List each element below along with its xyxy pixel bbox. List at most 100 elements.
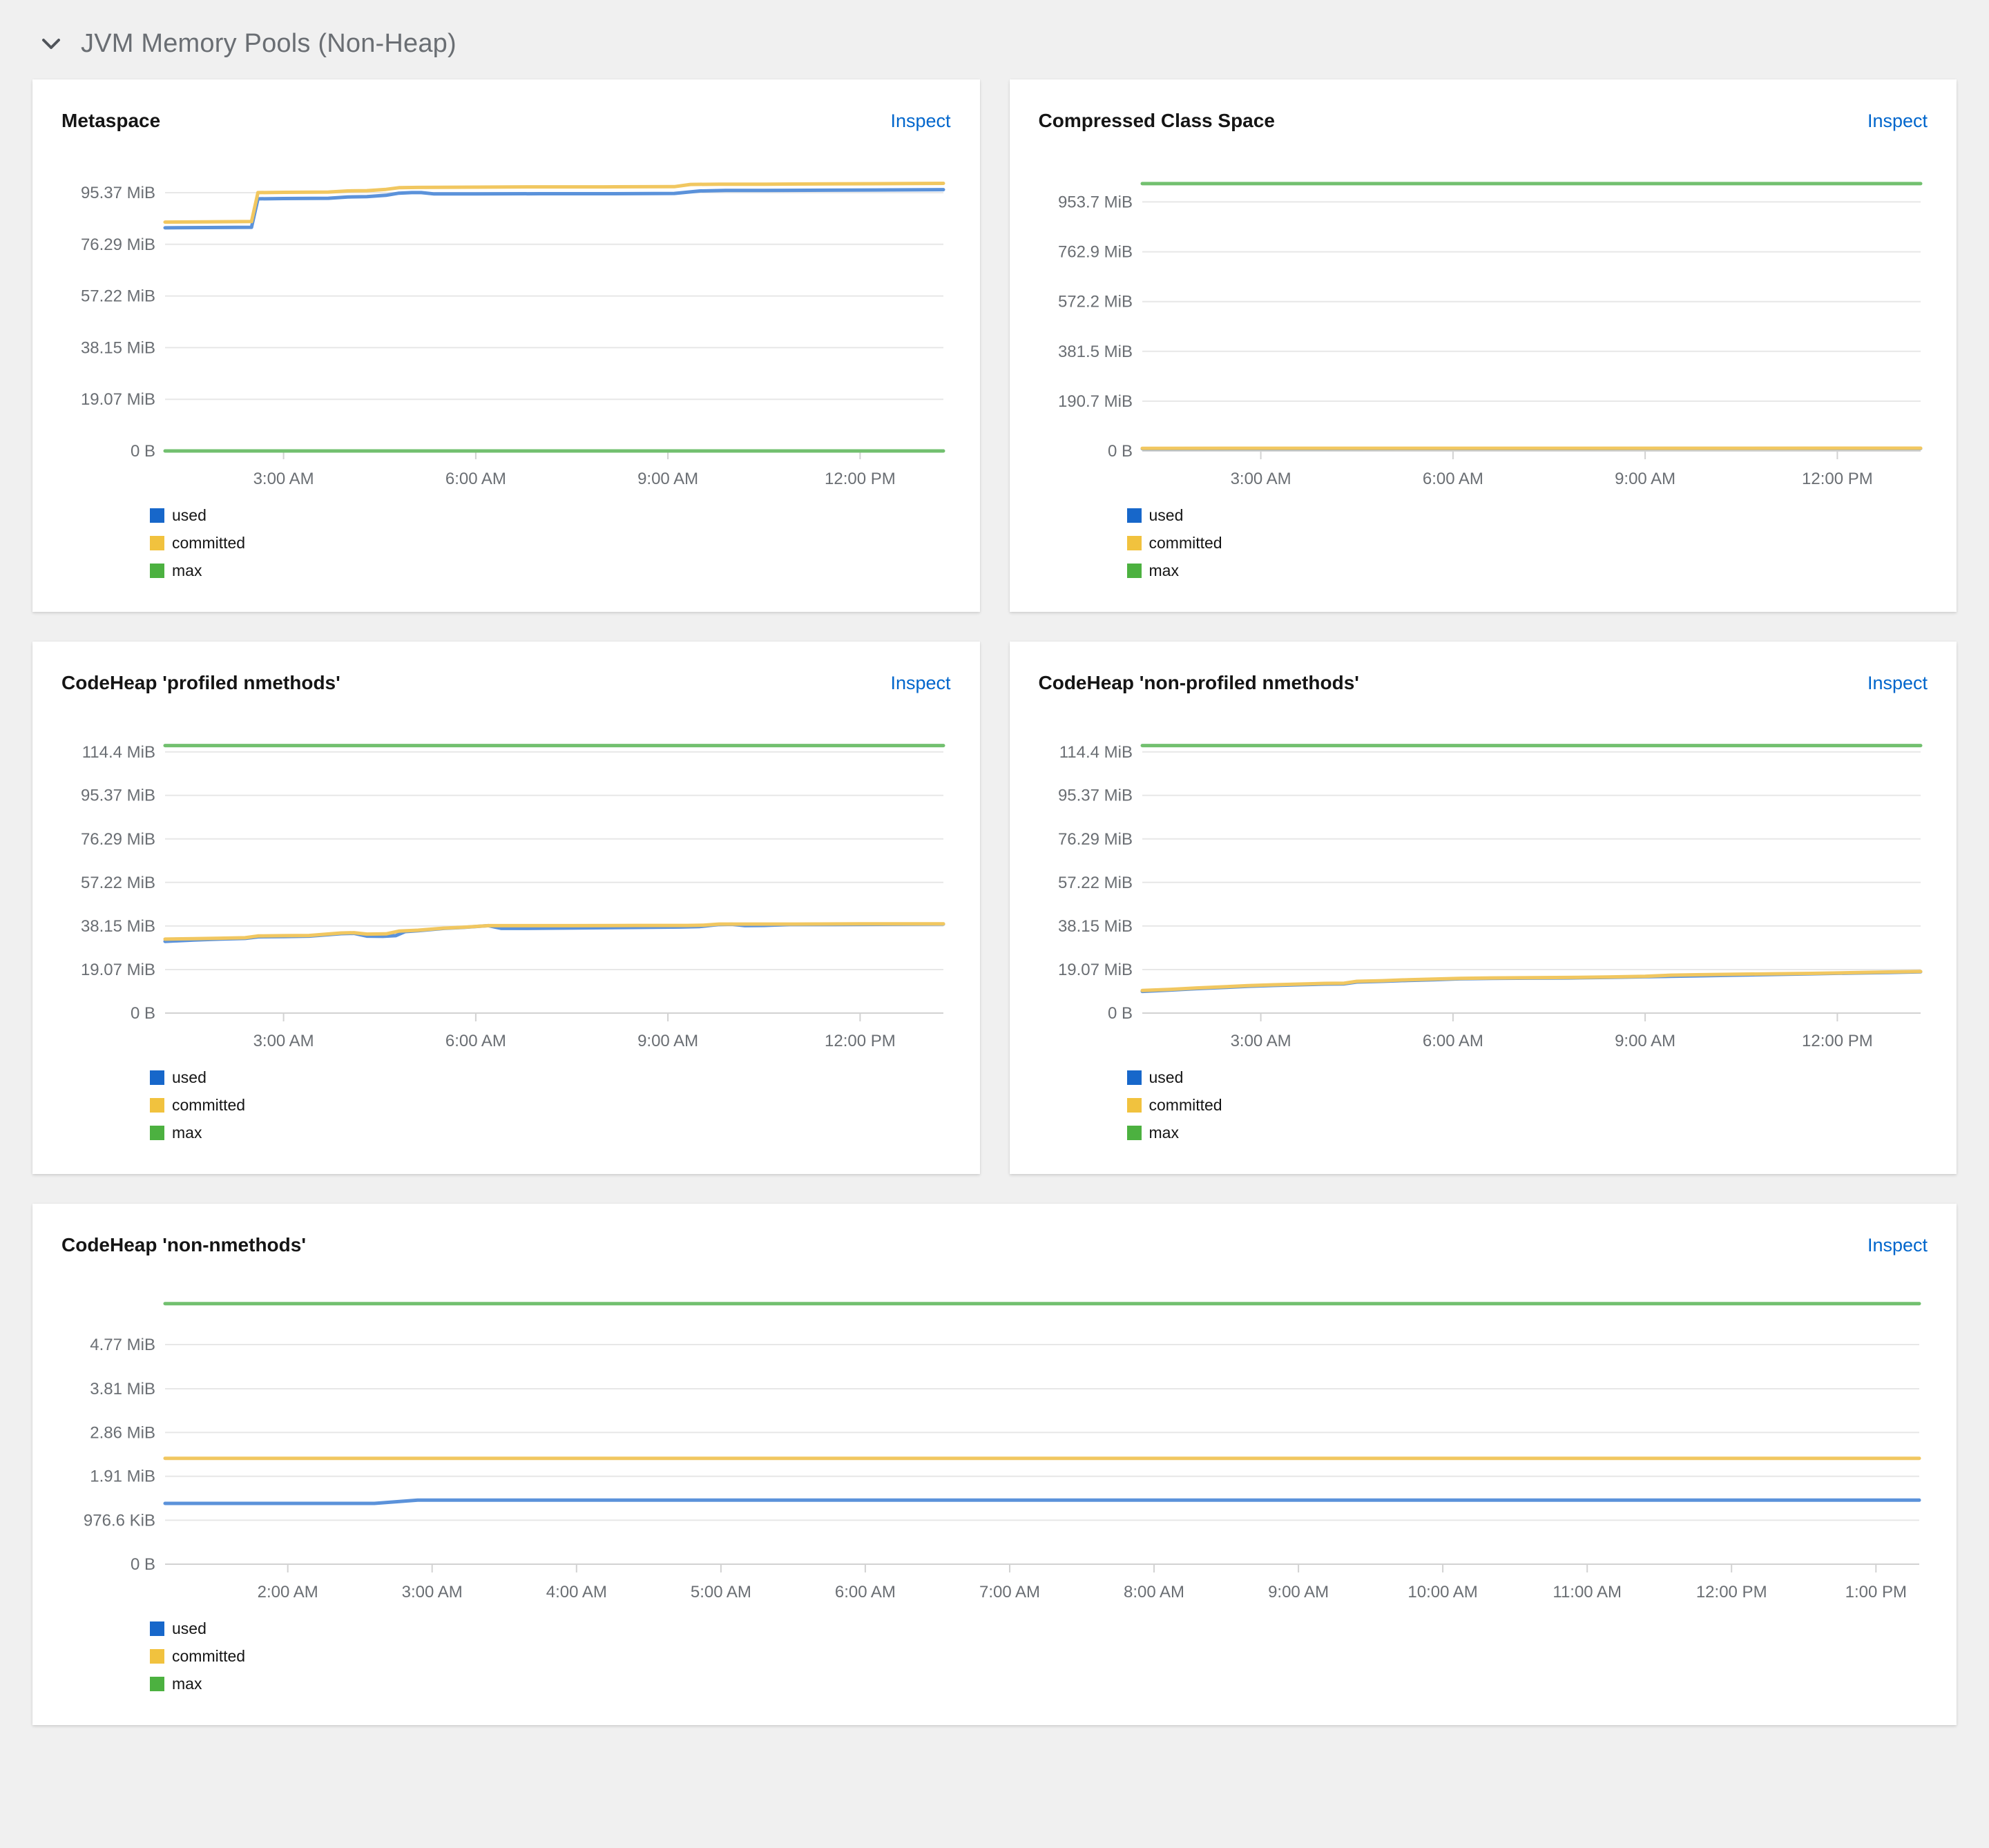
y-axis-label: 76.29 MiB bbox=[1057, 830, 1132, 849]
legend-swatch-used bbox=[150, 1621, 164, 1636]
y-axis-label: 0 B bbox=[131, 1004, 155, 1023]
legend-label: used bbox=[1149, 506, 1184, 524]
inspect-link[interactable]: Inspect bbox=[1867, 673, 1928, 694]
y-axis-label: 1.91 MiB bbox=[90, 1467, 155, 1486]
charts-grid: Metaspace Inspect 0 B 19.07 MiB 38.15 MiB 5… bbox=[32, 79, 1957, 1725]
y-axis-label: 2.86 MiB bbox=[90, 1423, 155, 1442]
line-chart-svg: 0 B 19.07 MiB 38.15 MiB 57.22 MiB 76.29 MiB 9… bbox=[81, 182, 945, 488]
y-axis-label: 762.9 MiB bbox=[1057, 243, 1132, 262]
y-axis-label: 190.7 MiB bbox=[1057, 392, 1132, 411]
x-axis-label: 12:00 PM bbox=[1802, 1032, 1873, 1050]
legend-swatch-used bbox=[150, 508, 164, 523]
x-axis-label: 6:00 AM bbox=[1422, 1032, 1483, 1050]
card-header: CodeHeap 'profiled nmethods' Inspect bbox=[61, 672, 951, 694]
legend-label: committed bbox=[1149, 1096, 1222, 1114]
inspect-link[interactable]: Inspect bbox=[1867, 1235, 1928, 1256]
x-axis-label: 12:00 PM bbox=[825, 470, 896, 488]
chart-legend: used committed max bbox=[150, 506, 951, 580]
y-axis-label: 0 B bbox=[1107, 1004, 1132, 1023]
legend-label: max bbox=[1149, 1124, 1179, 1142]
section-expand-toggle[interactable] bbox=[41, 37, 61, 51]
compressed-class-space-line-chart: 0 B 190.7 MiB 381.5 MiB 572.2 MiB 762.9 MiB 9… bbox=[1039, 158, 1928, 494]
jvm-memory-pools-page: JVM Memory Pools (Non-Heap) Metaspace In… bbox=[0, 0, 1989, 1760]
legend-item-max: max bbox=[150, 1124, 951, 1142]
legend-item-committed: committed bbox=[150, 1096, 951, 1115]
y-axis-label: 114.4 MiB bbox=[1059, 743, 1132, 762]
section-title: JVM Memory Pools (Non-Heap) bbox=[81, 29, 457, 58]
x-axis-label: 4:00 AM bbox=[546, 1583, 607, 1601]
x-axis-label: 7:00 AM bbox=[979, 1583, 1040, 1601]
line-chart-svg: 0 B 976.6 KiB 1.91 MiB 2.86 MiB 3.81 MiB 4.77… bbox=[84, 1302, 1921, 1601]
chart-legend: used committed max bbox=[1126, 506, 1928, 580]
x-axis-label: 3:00 AM bbox=[1230, 470, 1291, 488]
x-axis-label: 10:00 AM bbox=[1407, 1583, 1477, 1601]
y-axis-label: 381.5 MiB bbox=[1057, 343, 1132, 361]
legend-label: committed bbox=[1149, 534, 1222, 552]
legend-label: max bbox=[1149, 561, 1179, 579]
legend-label: max bbox=[172, 1124, 202, 1142]
y-axis-label: 95.37 MiB bbox=[81, 787, 155, 805]
x-axis-label: 6:00 AM bbox=[445, 470, 506, 488]
legend-swatch-max bbox=[1126, 564, 1142, 578]
legend-label: committed bbox=[172, 1096, 246, 1114]
line-chart-svg: 0 B 19.07 MiB 38.15 MiB 57.22 MiB 76.29 MiB 9… bbox=[1057, 743, 1922, 1050]
legend-swatch-used bbox=[1126, 1070, 1142, 1085]
y-axis-label: 95.37 MiB bbox=[81, 184, 155, 202]
chart-card-codeheap-non-nmethods: CodeHeap 'non-nmethods' Inspect 0 B 976.6… bbox=[32, 1204, 1957, 1725]
card-header: Metaspace Inspect bbox=[61, 110, 951, 132]
card-header: CodeHeap 'non-nmethods' Inspect bbox=[61, 1234, 1928, 1256]
legend-item-used: used bbox=[1126, 506, 1928, 525]
legend-label: committed bbox=[172, 1647, 246, 1665]
chart-title: CodeHeap 'profiled nmethods' bbox=[61, 672, 340, 693]
x-axis-label: 11:00 AM bbox=[1553, 1583, 1622, 1601]
y-axis-label: 38.15 MiB bbox=[81, 917, 155, 936]
legend-swatch-committed bbox=[150, 1098, 164, 1113]
chart-legend: used committed max bbox=[150, 1068, 951, 1142]
legend-item-used: used bbox=[150, 1619, 1928, 1638]
x-axis-label: 9:00 AM bbox=[637, 1032, 698, 1050]
chart-title: CodeHeap 'non-nmethods' bbox=[61, 1234, 306, 1255]
x-axis-label: 5:00 AM bbox=[691, 1583, 751, 1601]
card-header: CodeHeap 'non-profiled nmethods' Inspect bbox=[1039, 672, 1928, 694]
y-axis-label: 4.77 MiB bbox=[90, 1336, 155, 1354]
x-axis-label: 6:00 AM bbox=[835, 1583, 896, 1601]
y-axis-label: 57.22 MiB bbox=[81, 287, 155, 306]
inspect-link[interactable]: Inspect bbox=[890, 673, 950, 694]
x-axis-label: 3:00 AM bbox=[253, 470, 314, 488]
y-axis-label: 572.2 MiB bbox=[1057, 293, 1132, 311]
legend-label: used bbox=[172, 506, 206, 524]
x-axis-label: 12:00 PM bbox=[1802, 470, 1873, 488]
legend-item-committed: committed bbox=[150, 534, 951, 552]
line-chart-svg: 0 B 190.7 MiB 381.5 MiB 572.2 MiB 762.9 MiB 9… bbox=[1057, 182, 1922, 488]
y-axis-label: 57.22 MiB bbox=[1057, 874, 1132, 892]
legend-item-used: used bbox=[150, 506, 951, 525]
inspect-link[interactable]: Inspect bbox=[1867, 110, 1928, 132]
section-header: JVM Memory Pools (Non-Heap) bbox=[32, 0, 1957, 79]
legend-item-committed: committed bbox=[150, 1647, 1928, 1666]
x-axis-label: 9:00 AM bbox=[637, 470, 698, 488]
x-axis-label: 3:00 AM bbox=[1230, 1032, 1291, 1050]
line-chart-svg: 0 B 19.07 MiB 38.15 MiB 57.22 MiB 76.29 MiB 9… bbox=[81, 743, 945, 1050]
legend-item-max: max bbox=[150, 1675, 1928, 1693]
y-axis-label: 0 B bbox=[1107, 442, 1132, 461]
codeheap-profiled-nmethods-line-chart: 0 B 19.07 MiB 38.15 MiB 57.22 MiB 76.29 MiB 9… bbox=[61, 720, 951, 1056]
chart-card-compressed-class-space: Compressed Class Space Inspect 0 B 190.7 … bbox=[1009, 79, 1957, 612]
codeheap-non-profiled-nmethods-line-chart: 0 B 19.07 MiB 38.15 MiB 57.22 MiB 76.29 MiB 9… bbox=[1039, 720, 1928, 1056]
legend-swatch-max bbox=[1126, 1126, 1142, 1140]
metaspace-line-chart: 0 B 19.07 MiB 38.15 MiB 57.22 MiB 76.29 MiB 9… bbox=[61, 158, 951, 494]
chart-legend: used committed max bbox=[1126, 1068, 1928, 1142]
x-axis-label: 9:00 AM bbox=[1268, 1583, 1329, 1601]
legend-item-max: max bbox=[1126, 1124, 1928, 1142]
y-axis-label: 3.81 MiB bbox=[90, 1380, 155, 1398]
inspect-link[interactable]: Inspect bbox=[890, 110, 950, 132]
chart-title: Metaspace bbox=[61, 110, 161, 131]
codeheap-non-nmethods-line-chart: 0 B 976.6 KiB 1.91 MiB 2.86 MiB 3.81 MiB 4.77… bbox=[61, 1282, 1928, 1607]
chart-title: Compressed Class Space bbox=[1038, 110, 1275, 131]
legend-swatch-max bbox=[150, 1677, 164, 1691]
legend-swatch-committed bbox=[150, 1649, 164, 1664]
legend-swatch-committed bbox=[150, 536, 164, 550]
chart-title: CodeHeap 'non-profiled nmethods' bbox=[1038, 672, 1359, 693]
legend-item-used: used bbox=[150, 1068, 951, 1087]
x-axis-label: 1:00 PM bbox=[1845, 1583, 1907, 1601]
x-axis-label: 12:00 PM bbox=[825, 1032, 896, 1050]
